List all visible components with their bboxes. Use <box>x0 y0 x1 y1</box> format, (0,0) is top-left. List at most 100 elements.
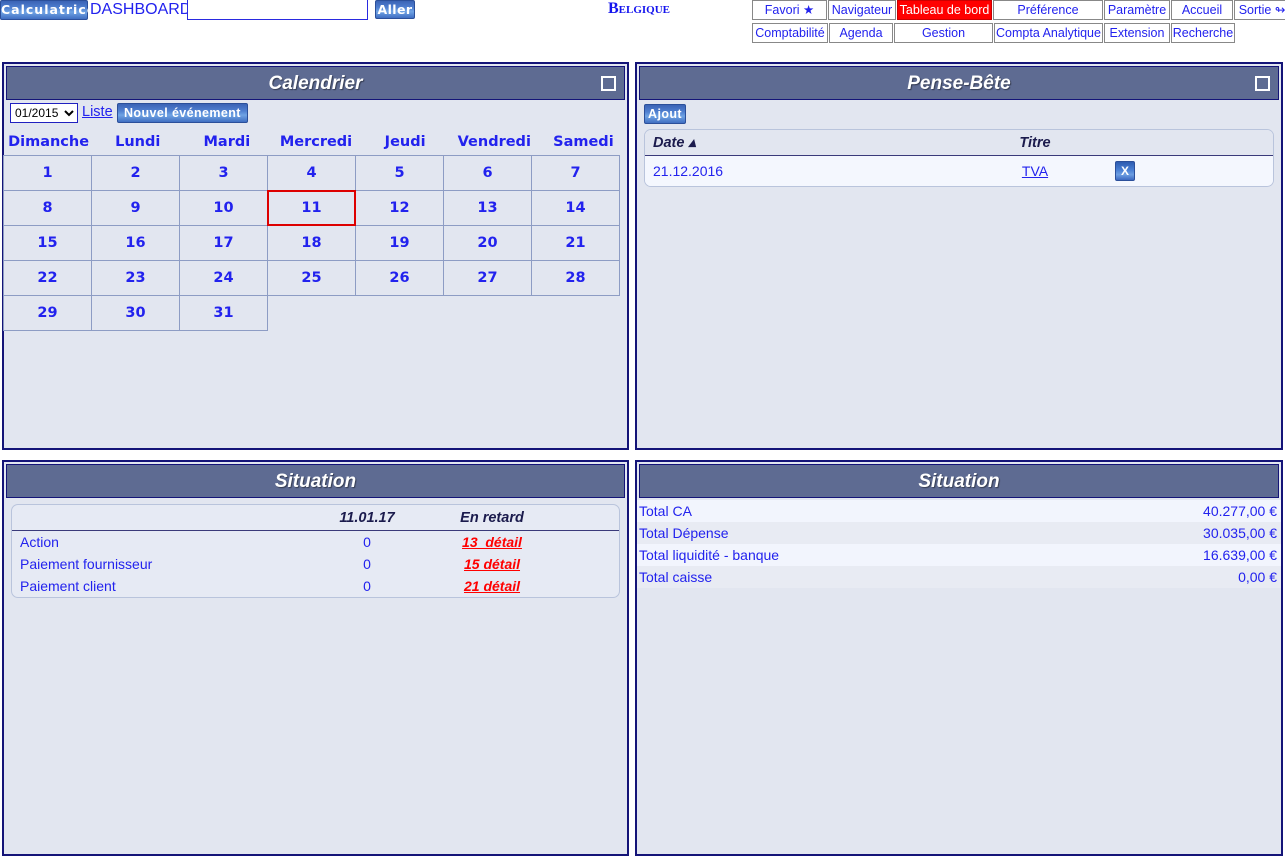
nav-button-compta-analytique[interactable]: Compta Analytique <box>994 23 1103 43</box>
calendar-day-31[interactable]: 31 <box>179 295 268 331</box>
calendar-day-4[interactable]: 4 <box>267 155 356 191</box>
note-date: 21.12.2016 <box>653 163 724 179</box>
situation-count: 0 <box>363 556 371 572</box>
totals-list: Total CA 40.277,00 € Total Dépense 30.035,0… <box>637 500 1281 588</box>
table-row: Paiement fournisseur 0 15 détail <box>12 553 619 575</box>
aller-button[interactable]: Aller <box>375 0 415 19</box>
nav-button-sortie[interactable]: Sortie ↬ <box>1234 0 1285 20</box>
weekday-header-6: Samedi <box>553 134 614 150</box>
panel-calendrier-header: Calendrier <box>6 66 625 100</box>
situation-detail-link[interactable]: 21 détail <box>464 578 520 594</box>
panel-pense-bete-header: Pense-Bête <box>639 66 1279 100</box>
weekday-header-4: Jeudi <box>384 134 426 150</box>
calendar-toolbar: 01/2015 Liste Nouvel événement <box>10 103 627 128</box>
calendar-day-13[interactable]: 13 <box>443 190 532 226</box>
situation-table-header: 11.01.17 En retard <box>12 505 619 531</box>
total-value: 40.277,00 € <box>1203 503 1277 519</box>
calendar-day-15[interactable]: 15 <box>3 225 92 261</box>
nav-button-param-tre[interactable]: Paramètre <box>1104 0 1170 20</box>
calendar-day-28[interactable]: 28 <box>531 260 620 296</box>
situation-count: 0 <box>363 534 371 550</box>
calendar-day-18[interactable]: 18 <box>267 225 356 261</box>
calendar-day-24[interactable]: 24 <box>179 260 268 296</box>
situation-label: Action <box>20 534 59 550</box>
calendar-day-29[interactable]: 29 <box>3 295 92 331</box>
calendar-day-30[interactable]: 30 <box>91 295 180 331</box>
calendar-day-17[interactable]: 17 <box>179 225 268 261</box>
calendar-day-8[interactable]: 8 <box>3 190 92 226</box>
panel-situation-left: Situation 11.01.17 En retard Action 0 13 d… <box>2 460 629 856</box>
column-header-late: En retard <box>460 509 524 526</box>
nav-button-comptabilit[interactable]: Comptabilité <box>752 23 828 43</box>
notes-table: Date ▴ Titre 21.12.2016 TVA X <box>644 129 1274 187</box>
calendar-day-3[interactable]: 3 <box>179 155 268 191</box>
delete-note-button[interactable]: X <box>1115 161 1135 181</box>
weekday-header-5: Vendredi <box>457 134 531 150</box>
calendar-day-5[interactable]: 5 <box>355 155 444 191</box>
nav-button-navigateur[interactable]: Navigateur <box>828 0 896 20</box>
calendar-day-25[interactable]: 25 <box>267 260 356 296</box>
note-title-link[interactable]: TVA <box>1022 163 1048 179</box>
calendar-day-12[interactable]: 12 <box>355 190 444 226</box>
panel-situation-right-header: Situation <box>639 464 1279 498</box>
table-row: 21.12.2016 TVA X <box>645 156 1273 186</box>
calendar-day-7[interactable]: 7 <box>531 155 620 191</box>
calendar-day-9[interactable]: 9 <box>91 190 180 226</box>
nav-button-recherche[interactable]: Recherche <box>1171 23 1235 43</box>
column-header-date[interactable]: Date ▴ <box>645 135 975 151</box>
calendar-day-27[interactable]: 27 <box>443 260 532 296</box>
nav-button-tableau-de-bord[interactable]: Tableau de bord <box>897 0 992 20</box>
notes-table-body: 21.12.2016 TVA X <box>645 156 1273 186</box>
nav-button-favori[interactable]: Favori ★ <box>752 0 827 20</box>
calendar-day-6[interactable]: 6 <box>443 155 532 191</box>
top-toolbar: Calculatrice DASHBOARD Aller Belgique Fa… <box>0 0 1285 50</box>
column-header-titre[interactable]: Titre <box>975 135 1095 151</box>
calendar-day-26[interactable]: 26 <box>355 260 444 296</box>
total-value: 16.639,00 € <box>1203 547 1277 563</box>
weekday-header-3: Mercredi <box>279 134 353 150</box>
total-label: Total Dépense <box>639 525 729 541</box>
calendar-day-16[interactable]: 16 <box>91 225 180 261</box>
calculatrice-button[interactable]: Calculatrice <box>0 0 95 20</box>
calendar-day-14[interactable]: 14 <box>531 190 620 226</box>
calendar-day-22[interactable]: 22 <box>3 260 92 296</box>
situation-detail-link[interactable]: 13 détail <box>462 534 522 550</box>
calendar-day-20[interactable]: 20 <box>443 225 532 261</box>
weekday-header-0: Dimanche <box>8 134 90 150</box>
calendar-day-2[interactable]: 2 <box>91 155 180 191</box>
total-value: 0,00 € <box>1238 569 1277 585</box>
total-row: Total Dépense 30.035,00 € <box>637 522 1281 544</box>
month-select[interactable]: 01/2015 <box>10 103 78 123</box>
new-event-button[interactable]: Nouvel événement <box>117 103 248 123</box>
calendar-cell-empty <box>531 295 620 331</box>
situation-table-body: Action 0 13 détail Paiement fournisseur 0 15 … <box>12 531 619 597</box>
nav-button-accueil[interactable]: Accueil <box>1171 0 1233 20</box>
calendar-cell-empty <box>355 295 444 331</box>
calendar-weekday-header: Dimanche Lundi Mardi Mercredi Jeudi Vendredi S… <box>4 134 628 150</box>
calendar-day-23[interactable]: 23 <box>91 260 180 296</box>
add-note-button[interactable]: Ajout <box>644 104 686 124</box>
country-label: Belgique <box>608 0 671 17</box>
search-input[interactable] <box>187 0 368 20</box>
maximize-icon[interactable] <box>601 76 616 91</box>
weekday-header-1: Lundi <box>115 134 161 150</box>
nav-button-agenda[interactable]: Agenda <box>829 23 893 43</box>
calendar-cell-empty <box>443 295 532 331</box>
calendar-week-row: 1234567 <box>3 155 627 191</box>
liste-link[interactable]: Liste <box>82 104 113 120</box>
page-title: DASHBOARD <box>90 1 192 18</box>
situation-label: Paiement client <box>20 578 116 594</box>
calendar-day-19[interactable]: 19 <box>355 225 444 261</box>
calendar-day-21[interactable]: 21 <box>531 225 620 261</box>
situation-detail-link[interactable]: 15 détail <box>464 556 520 572</box>
maximize-icon[interactable] <box>1255 76 1270 91</box>
calendar-week-row: 8 9 10 11 12 13 14 <box>3 190 627 226</box>
nav-button-pr-f-rence[interactable]: Préférence <box>993 0 1103 20</box>
calendar-day-1[interactable]: 1 <box>3 155 92 191</box>
calendar-day-11[interactable]: 11 <box>267 190 356 226</box>
calendar-cell-empty <box>267 295 356 331</box>
nav-button-extension[interactable]: Extension <box>1104 23 1170 43</box>
nav-button-gestion[interactable]: Gestion <box>894 23 993 43</box>
calendar-day-10[interactable]: 10 <box>179 190 268 226</box>
total-row: Total liquidité - banque 16.639,00 € <box>637 544 1281 566</box>
